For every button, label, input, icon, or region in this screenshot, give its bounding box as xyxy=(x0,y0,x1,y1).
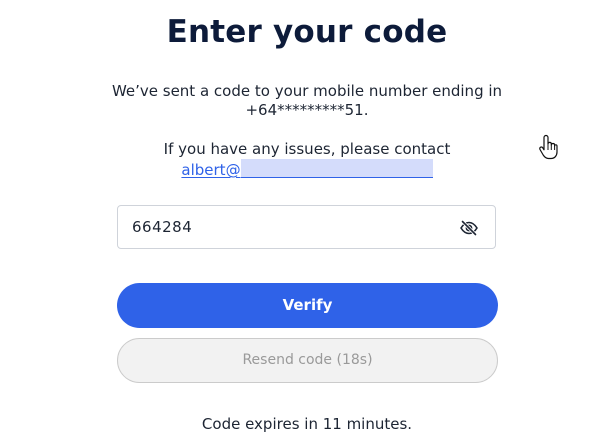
code-input-value[interactable]: 664284 xyxy=(132,218,192,236)
eye-slash-icon[interactable] xyxy=(459,218,479,238)
masked-phone-number: +64*********51. xyxy=(245,101,369,119)
page-title: Enter your code xyxy=(166,14,448,50)
code-sent-message: We’ve sent a code to your mobile number … xyxy=(0,82,614,120)
verification-page: Enter your code We’ve sent a code to you… xyxy=(0,0,614,444)
code-sent-line: We’ve sent a code to your mobile number … xyxy=(111,82,503,100)
support-message: If you have any issues, please contact a… xyxy=(0,140,614,180)
hand-pointer-cursor-icon xyxy=(538,134,558,160)
support-email-prefix: albert@ xyxy=(181,161,241,179)
support-line: If you have any issues, please contact xyxy=(163,140,451,158)
resend-code-button[interactable]: Resend code (18s) xyxy=(117,338,498,383)
code-input[interactable]: 664284 xyxy=(117,205,496,249)
code-expiry-text: Code expires in 11 minutes. xyxy=(201,415,413,433)
support-email-link[interactable]: albert@ xyxy=(181,159,433,179)
redacted-email-domain xyxy=(240,159,433,178)
verify-button[interactable]: Verify xyxy=(117,283,498,328)
